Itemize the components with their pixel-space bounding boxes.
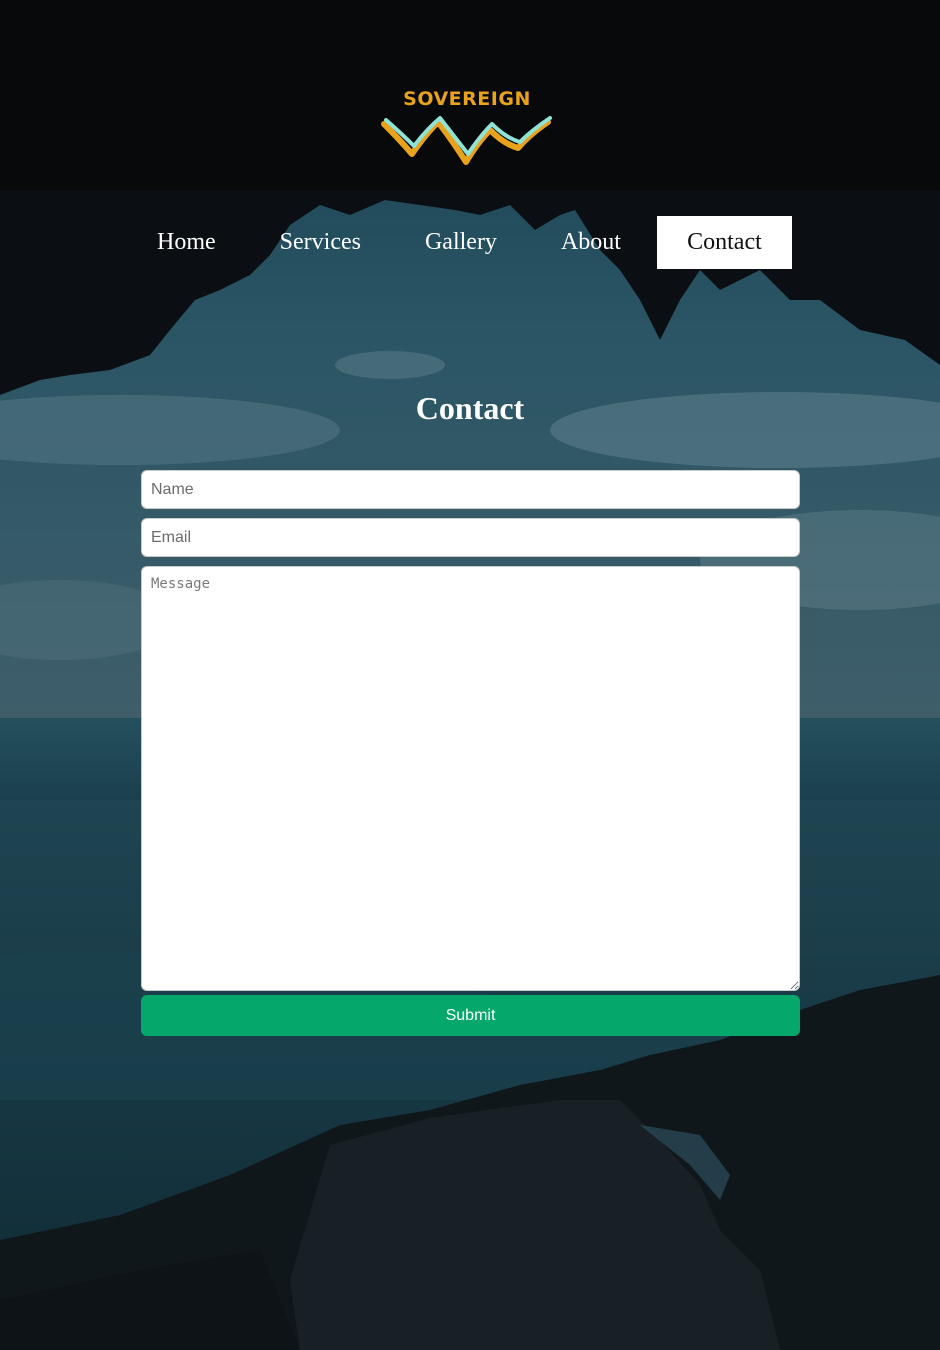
nav-gallery[interactable]: Gallery <box>398 216 524 269</box>
name-input[interactable] <box>141 470 800 509</box>
content-layer: SOVEREIGN Home Services Gallery About Co… <box>0 0 940 1350</box>
nav-about[interactable]: About <box>534 216 648 269</box>
logo[interactable]: SOVEREIGN <box>380 88 554 166</box>
message-textarea[interactable] <box>141 566 800 991</box>
main-nav: Home Services Gallery About Contact <box>130 216 792 269</box>
logo-text: SOVEREIGN <box>403 88 531 110</box>
nav-contact[interactable]: Contact <box>656 216 792 269</box>
page-title: Contact <box>415 390 525 426</box>
nav-services[interactable]: Services <box>253 216 388 269</box>
contact-form: Submit <box>141 470 800 1036</box>
logo-wave-icon <box>381 116 552 165</box>
contact-page: SOVEREIGN Home Services Gallery About Co… <box>0 0 940 1350</box>
email-input[interactable] <box>141 518 800 557</box>
submit-button[interactable]: Submit <box>141 995 800 1036</box>
nav-home[interactable]: Home <box>130 216 243 269</box>
